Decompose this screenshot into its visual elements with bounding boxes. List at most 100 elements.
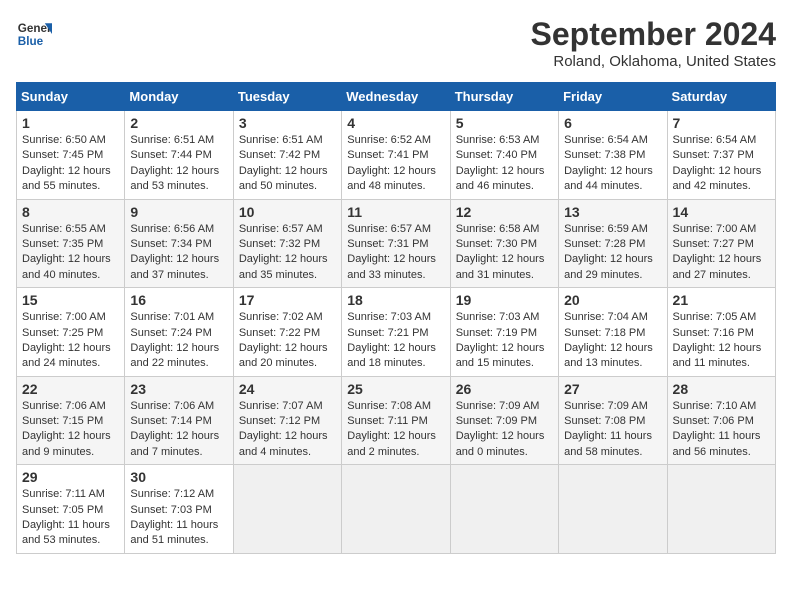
day-info: Sunrise: 7:07 AM Sunset: 7:12 PM Dayligh… — [239, 399, 336, 461]
page-title: September 2024 — [531, 16, 776, 53]
day-info: Sunrise: 6:55 AM Sunset: 7:35 PM Dayligh… — [22, 222, 119, 284]
day-info: Sunrise: 7:02 AM Sunset: 7:22 PM Dayligh… — [239, 310, 336, 372]
day-info: Sunrise: 7:03 AM Sunset: 7:21 PM Dayligh… — [347, 310, 444, 372]
calendar-cell — [342, 465, 450, 554]
day-info: Sunrise: 7:03 AM Sunset: 7:19 PM Dayligh… — [456, 310, 553, 372]
column-header-wednesday: Wednesday — [342, 83, 450, 111]
calendar-cell: 1 Sunrise: 6:50 AM Sunset: 7:45 PM Daylig… — [17, 111, 125, 200]
calendar-cell: 25 Sunrise: 7:08 AM Sunset: 7:11 PM Dayli… — [342, 376, 450, 465]
calendar-cell: 19 Sunrise: 7:03 AM Sunset: 7:19 PM Dayli… — [450, 288, 558, 377]
column-header-monday: Monday — [125, 83, 233, 111]
calendar-cell — [559, 465, 667, 554]
column-header-saturday: Saturday — [667, 83, 775, 111]
day-number: 29 — [22, 469, 119, 485]
day-number: 5 — [456, 115, 553, 131]
day-info: Sunrise: 6:57 AM Sunset: 7:31 PM Dayligh… — [347, 222, 444, 284]
day-info: Sunrise: 7:01 AM Sunset: 7:24 PM Dayligh… — [130, 310, 227, 372]
week-row-4: 22 Sunrise: 7:06 AM Sunset: 7:15 PM Dayli… — [17, 376, 776, 465]
week-row-3: 15 Sunrise: 7:00 AM Sunset: 7:25 PM Dayli… — [17, 288, 776, 377]
day-info: Sunrise: 7:08 AM Sunset: 7:11 PM Dayligh… — [347, 399, 444, 461]
calendar-cell: 14Sunrise: 7:00 AM Sunset: 7:27 PM Dayli… — [667, 199, 775, 288]
calendar-cell: 23Sunrise: 7:06 AM Sunset: 7:14 PM Dayli… — [125, 376, 233, 465]
week-row-2: 8Sunrise: 6:55 AM Sunset: 7:35 PM Daylig… — [17, 199, 776, 288]
calendar-cell: 6 Sunrise: 6:54 AM Sunset: 7:38 PM Daylig… — [559, 111, 667, 200]
day-info: Sunrise: 7:09 AM Sunset: 7:08 PM Dayligh… — [564, 399, 661, 461]
day-info: Sunrise: 6:51 AM Sunset: 7:42 PM Dayligh… — [239, 133, 336, 195]
logo: General Blue — [16, 16, 52, 52]
day-number: 6 — [564, 115, 661, 131]
day-number: 20 — [564, 292, 661, 308]
calendar-cell: 22 Sunrise: 7:06 AM Sunset: 7:15 PM Dayli… — [17, 376, 125, 465]
calendar-cell: 21Sunrise: 7:05 AM Sunset: 7:16 PM Dayli… — [667, 288, 775, 377]
calendar-cell: 12Sunrise: 6:58 AM Sunset: 7:30 PM Dayli… — [450, 199, 558, 288]
day-number: 16 — [130, 292, 227, 308]
day-info: Sunrise: 6:53 AM Sunset: 7:40 PM Dayligh… — [456, 133, 553, 195]
day-info: Sunrise: 7:05 AM Sunset: 7:16 PM Dayligh… — [673, 310, 770, 372]
calendar-cell: 13Sunrise: 6:59 AM Sunset: 7:28 PM Dayli… — [559, 199, 667, 288]
page-subtitle: Roland, Oklahoma, United States — [531, 53, 776, 70]
week-row-5: 29 Sunrise: 7:11 AM Sunset: 7:05 PM Dayli… — [17, 465, 776, 554]
column-header-sunday: Sunday — [17, 83, 125, 111]
calendar-cell: 18Sunrise: 7:03 AM Sunset: 7:21 PM Dayli… — [342, 288, 450, 377]
calendar-cell: 28 Sunrise: 7:10 AM Sunset: 7:06 PM Dayli… — [667, 376, 775, 465]
day-info: Sunrise: 6:56 AM Sunset: 7:34 PM Dayligh… — [130, 222, 227, 284]
day-info: Sunrise: 6:59 AM Sunset: 7:28 PM Dayligh… — [564, 222, 661, 284]
logo-icon: General Blue — [16, 16, 52, 52]
calendar-cell: 30 Sunrise: 7:12 AM Sunset: 7:03 PM Dayli… — [125, 465, 233, 554]
day-info: Sunrise: 6:58 AM Sunset: 7:30 PM Dayligh… — [456, 222, 553, 284]
calendar-cell: 5 Sunrise: 6:53 AM Sunset: 7:40 PM Daylig… — [450, 111, 558, 200]
day-number: 17 — [239, 292, 336, 308]
calendar-cell: 11 Sunrise: 6:57 AM Sunset: 7:31 PM Dayli… — [342, 199, 450, 288]
week-row-1: 1 Sunrise: 6:50 AM Sunset: 7:45 PM Daylig… — [17, 111, 776, 200]
calendar-cell: 27 Sunrise: 7:09 AM Sunset: 7:08 PM Dayli… — [559, 376, 667, 465]
day-info: Sunrise: 7:00 AM Sunset: 7:27 PM Dayligh… — [673, 222, 770, 284]
calendar-cell: 24Sunrise: 7:07 AM Sunset: 7:12 PM Dayli… — [233, 376, 341, 465]
day-info: Sunrise: 7:11 AM Sunset: 7:05 PM Dayligh… — [22, 487, 119, 549]
calendar-cell: 29 Sunrise: 7:11 AM Sunset: 7:05 PM Dayli… — [17, 465, 125, 554]
day-number: 11 — [347, 204, 444, 220]
column-header-thursday: Thursday — [450, 83, 558, 111]
calendar-cell — [667, 465, 775, 554]
column-header-friday: Friday — [559, 83, 667, 111]
day-number: 30 — [130, 469, 227, 485]
day-number: 7 — [673, 115, 770, 131]
day-info: Sunrise: 7:12 AM Sunset: 7:03 PM Dayligh… — [130, 487, 227, 549]
day-number: 4 — [347, 115, 444, 131]
day-info: Sunrise: 6:51 AM Sunset: 7:44 PM Dayligh… — [130, 133, 227, 195]
page-header: General Blue September 2024 Roland, Okla… — [16, 16, 776, 70]
title-block: September 2024 Roland, Oklahoma, United … — [531, 16, 776, 70]
day-number: 3 — [239, 115, 336, 131]
day-number: 19 — [456, 292, 553, 308]
day-info: Sunrise: 6:57 AM Sunset: 7:32 PM Dayligh… — [239, 222, 336, 284]
calendar-cell: 4 Sunrise: 6:52 AM Sunset: 7:41 PM Daylig… — [342, 111, 450, 200]
calendar-cell: 9 Sunrise: 6:56 AM Sunset: 7:34 PM Daylig… — [125, 199, 233, 288]
calendar-cell: 10 Sunrise: 6:57 AM Sunset: 7:32 PM Dayli… — [233, 199, 341, 288]
day-number: 9 — [130, 204, 227, 220]
day-number: 15 — [22, 292, 119, 308]
svg-text:Blue: Blue — [18, 35, 44, 48]
calendar-cell: 16 Sunrise: 7:01 AM Sunset: 7:24 PM Dayli… — [125, 288, 233, 377]
day-number: 2 — [130, 115, 227, 131]
column-header-tuesday: Tuesday — [233, 83, 341, 111]
day-number: 28 — [673, 381, 770, 397]
day-info: Sunrise: 7:09 AM Sunset: 7:09 PM Dayligh… — [456, 399, 553, 461]
day-number: 27 — [564, 381, 661, 397]
day-info: Sunrise: 6:52 AM Sunset: 7:41 PM Dayligh… — [347, 133, 444, 195]
day-info: Sunrise: 7:10 AM Sunset: 7:06 PM Dayligh… — [673, 399, 770, 461]
day-number: 22 — [22, 381, 119, 397]
day-number: 25 — [347, 381, 444, 397]
day-number: 23 — [130, 381, 227, 397]
calendar-cell: 3 Sunrise: 6:51 AM Sunset: 7:42 PM Daylig… — [233, 111, 341, 200]
day-info: Sunrise: 6:50 AM Sunset: 7:45 PM Dayligh… — [22, 133, 119, 195]
day-info: Sunrise: 7:04 AM Sunset: 7:18 PM Dayligh… — [564, 310, 661, 372]
day-number: 26 — [456, 381, 553, 397]
day-info: Sunrise: 7:06 AM Sunset: 7:15 PM Dayligh… — [22, 399, 119, 461]
day-info: Sunrise: 6:54 AM Sunset: 7:38 PM Dayligh… — [564, 133, 661, 195]
calendar-cell: 2 Sunrise: 6:51 AM Sunset: 7:44 PM Daylig… — [125, 111, 233, 200]
calendar-cell: 8Sunrise: 6:55 AM Sunset: 7:35 PM Daylig… — [17, 199, 125, 288]
day-number: 1 — [22, 115, 119, 131]
calendar-cell: 26 Sunrise: 7:09 AM Sunset: 7:09 PM Dayli… — [450, 376, 558, 465]
day-number: 10 — [239, 204, 336, 220]
calendar-table: SundayMondayTuesdayWednesdayThursdayFrid… — [16, 82, 776, 554]
day-info: Sunrise: 7:00 AM Sunset: 7:25 PM Dayligh… — [22, 310, 119, 372]
